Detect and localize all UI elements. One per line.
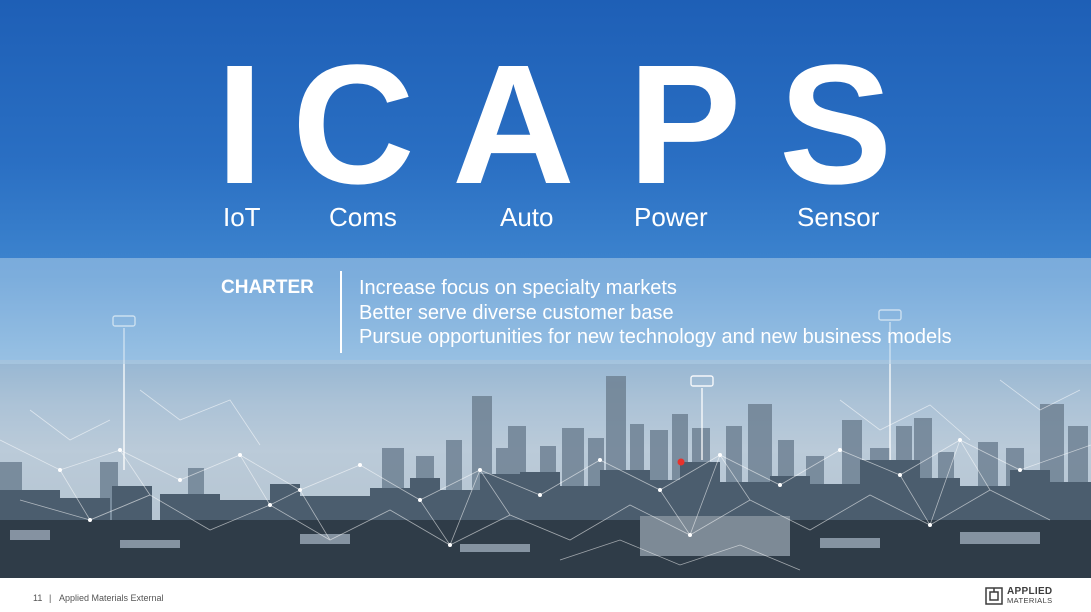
acronym-letter-i: I — [216, 30, 264, 220]
icaps-acronym: I C A P S — [0, 40, 1091, 210]
acronym-letter-a: A — [452, 30, 575, 220]
acronym-letter-c: C — [292, 30, 415, 220]
acronym-word-power: Power — [634, 202, 708, 232]
charter-point: Pursue opportunities for new technology … — [359, 326, 952, 348]
classification-label: Applied Materials External — [59, 593, 164, 603]
acronym-letter-s: S — [779, 30, 893, 220]
logo-line-2: MATERIALS — [1007, 596, 1053, 605]
footer-separator: | — [49, 593, 52, 603]
charter-point: Increase focus on specialty markets — [359, 277, 677, 299]
acronym-word-sensor: Sensor — [797, 202, 880, 232]
applied-materials-logo: APPLIED MATERIALS — [985, 585, 1065, 607]
acronym-word-iot: IoT — [223, 202, 261, 232]
acronym-word-coms: Coms — [329, 202, 397, 232]
charter-divider — [340, 271, 342, 353]
footer — [0, 578, 1091, 612]
slide: I C A P S IoT Coms Auto Power Sensor CHA… — [0, 0, 1091, 612]
acronym-letter-p: P — [628, 30, 742, 220]
page-number: 11 — [33, 593, 43, 603]
charter-point: Better serve diverse customer base — [359, 301, 674, 324]
acronym-word-auto: Auto — [500, 202, 554, 232]
charter-points: Increase focus on specialty markets Bett… — [359, 276, 952, 350]
charter-label: CHARTER — [221, 277, 314, 298]
logo-mark-icon — [985, 587, 1003, 605]
